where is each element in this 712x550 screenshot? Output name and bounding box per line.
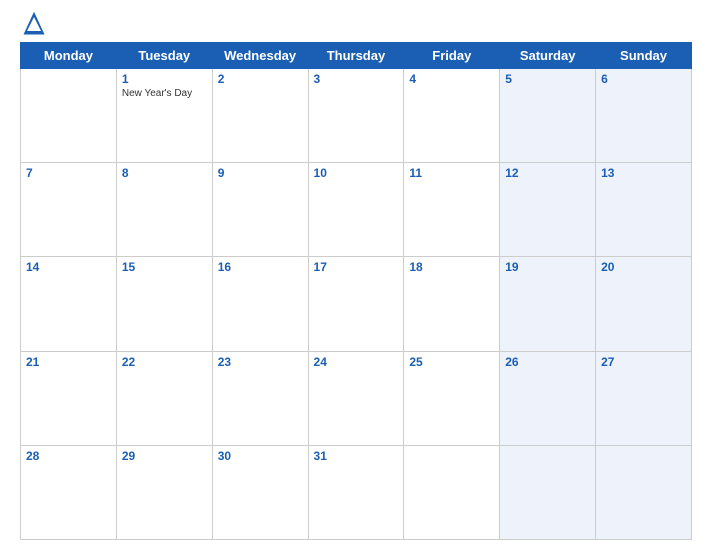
calendar-cell: 15 (116, 257, 212, 351)
weekday-header-saturday: Saturday (500, 43, 596, 69)
calendar-cell: 6 (596, 69, 692, 163)
day-number: 22 (122, 355, 207, 369)
calendar-cell: 26 (500, 351, 596, 445)
calendar-cell (21, 69, 117, 163)
calendar-cell: 20 (596, 257, 692, 351)
day-number: 26 (505, 355, 590, 369)
calendar-cell: 1 New Year's Day (116, 69, 212, 163)
top-bar (20, 10, 692, 38)
day-number: 29 (122, 449, 207, 463)
day-number: 24 (314, 355, 399, 369)
calendar-cell: 22 (116, 351, 212, 445)
weekday-header-thursday: Thursday (308, 43, 404, 69)
calendar-cell: 16 (212, 257, 308, 351)
day-number: 16 (218, 260, 303, 274)
weekday-header-monday: Monday (21, 43, 117, 69)
week-row-1: 1 New Year's Day 23456 (21, 69, 692, 163)
day-number: 6 (601, 72, 686, 86)
day-number: 9 (218, 166, 303, 180)
day-number: 15 (122, 260, 207, 274)
calendar-cell: 23 (212, 351, 308, 445)
day-number: 2 (218, 72, 303, 86)
weekday-header-friday: Friday (404, 43, 500, 69)
day-number: 30 (218, 449, 303, 463)
calendar-cell: 24 (308, 351, 404, 445)
day-number: 25 (409, 355, 494, 369)
calendar-table: MondayTuesdayWednesdayThursdayFridaySatu… (20, 42, 692, 540)
calendar-cell: 18 (404, 257, 500, 351)
day-number: 1 (122, 72, 207, 86)
weekday-header-wednesday: Wednesday (212, 43, 308, 69)
calendar-cell: 27 (596, 351, 692, 445)
day-number: 19 (505, 260, 590, 274)
calendar-cell: 29 (116, 445, 212, 539)
week-row-3: 14 15 16 17 18 19 20 (21, 257, 692, 351)
calendar-cell: 28 (21, 445, 117, 539)
calendar-cell: 12 (500, 163, 596, 257)
day-number: 5 (505, 72, 590, 86)
calendar-cell: 10 (308, 163, 404, 257)
day-number: 7 (26, 166, 111, 180)
logo-icon (20, 10, 48, 38)
weekday-header-row: MondayTuesdayWednesdayThursdayFridaySatu… (21, 43, 692, 69)
day-number: 11 (409, 166, 494, 180)
day-number: 4 (409, 72, 494, 86)
day-number: 13 (601, 166, 686, 180)
day-number: 17 (314, 260, 399, 274)
day-number: 10 (314, 166, 399, 180)
calendar-cell: 31 (308, 445, 404, 539)
calendar-cell: 25 (404, 351, 500, 445)
day-number: 14 (26, 260, 111, 274)
calendar-cell: 13 (596, 163, 692, 257)
logo (20, 10, 52, 38)
calendar-cell: 9 (212, 163, 308, 257)
calendar-cell: 19 (500, 257, 596, 351)
week-row-2: 789 10 11 12 13 (21, 163, 692, 257)
calendar-cell: 11 (404, 163, 500, 257)
calendar-cell: 7 (21, 163, 117, 257)
calendar-cell: 30 (212, 445, 308, 539)
day-number: 12 (505, 166, 590, 180)
week-row-5: 28 29 30 31 (21, 445, 692, 539)
day-number: 28 (26, 449, 111, 463)
calendar-cell: 8 (116, 163, 212, 257)
day-number: 3 (314, 72, 399, 86)
calendar-cell (500, 445, 596, 539)
calendar-cell (596, 445, 692, 539)
calendar-cell (404, 445, 500, 539)
day-number: 27 (601, 355, 686, 369)
day-number: 8 (122, 166, 207, 180)
calendar-cell: 3 (308, 69, 404, 163)
day-number: 23 (218, 355, 303, 369)
weekday-header-tuesday: Tuesday (116, 43, 212, 69)
day-number: 18 (409, 260, 494, 274)
day-number: 20 (601, 260, 686, 274)
calendar-cell: 4 (404, 69, 500, 163)
day-number: 21 (26, 355, 111, 369)
calendar-cell: 14 (21, 257, 117, 351)
weekday-header-sunday: Sunday (596, 43, 692, 69)
holiday-label: New Year's Day (122, 88, 207, 99)
week-row-4: 21 22 23 24 25 26 27 (21, 351, 692, 445)
calendar-cell: 21 (21, 351, 117, 445)
calendar-cell: 5 (500, 69, 596, 163)
calendar-cell: 17 (308, 257, 404, 351)
calendar-cell: 2 (212, 69, 308, 163)
day-number: 31 (314, 449, 399, 463)
